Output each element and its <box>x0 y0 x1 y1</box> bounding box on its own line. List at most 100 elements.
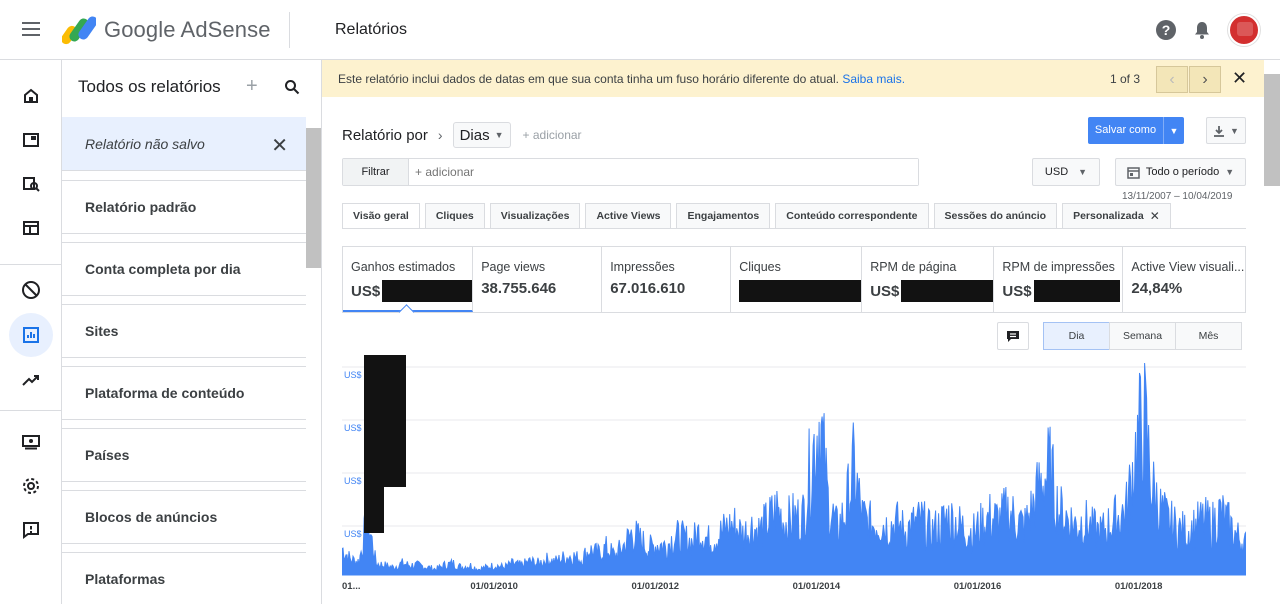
tab-views[interactable]: Visualizações <box>489 203 581 229</box>
sidebar-item-content-platform[interactable]: Plataforma de conteúdo <box>62 366 306 420</box>
metric-estimated-earnings[interactable]: Ganhos estimados US$ <box>343 247 474 312</box>
redacted-value <box>1033 280 1120 302</box>
add-report-button[interactable]: + <box>246 75 258 98</box>
metric-impressions[interactable]: Impressões 67.016.610 <box>602 247 732 312</box>
tab-label: Active Views <box>596 210 661 222</box>
metric-value: 38.755.646 <box>481 280 557 297</box>
close-icon[interactable]: ✕ <box>271 133 288 158</box>
sites-icon[interactable] <box>9 206 53 250</box>
download-icon <box>1214 125 1225 137</box>
metric-label: Cliques <box>739 260 781 274</box>
sidebar-item-unsaved-report[interactable]: Relatório não salvo ✕ <box>62 117 306 171</box>
tab-label: Cliques <box>435 210 474 222</box>
sidebar-item-platforms[interactable]: Plataformas <box>62 552 306 604</box>
banner-close-button[interactable]: ✕ <box>1232 68 1247 89</box>
metric-label: Page views <box>481 260 546 274</box>
metric-active-view-viewable[interactable]: Active View visuali... 24,84% <box>1123 247 1251 312</box>
y-tick-label: US$ <box>344 423 362 433</box>
report-tabs: Visão geral Cliques Visualizações Active… <box>342 203 1171 229</box>
reports-icon[interactable] <box>9 313 53 357</box>
filter-button[interactable]: Filtrar <box>343 159 409 185</box>
settings-gear-icon[interactable] <box>9 464 53 508</box>
y-tick-label: US$ <box>344 476 362 486</box>
x-tick-label: 01/01/2018 <box>1115 581 1163 592</box>
tab-label: Visualizações <box>500 210 570 222</box>
caret-down-icon: ▼ <box>1230 125 1239 136</box>
metric-impression-rpm[interactable]: RPM de impressões US$ <box>994 247 1124 312</box>
tab-label: Conteúdo correspondente <box>786 210 918 222</box>
tab-engagements[interactable]: Engajamentos <box>676 203 771 229</box>
tab-custom[interactable]: Personalizada ✕ <box>1062 203 1171 229</box>
caret-down-icon[interactable]: ▼ <box>1164 126 1184 136</box>
tab-label: Engajamentos <box>687 210 760 222</box>
x-tick-label: 01/01/2014 <box>793 581 841 592</box>
banner-next-button[interactable]: › <box>1189 66 1221 93</box>
granularity-month-button[interactable]: Mês <box>1175 322 1242 350</box>
left-nav-rail <box>0 60 62 604</box>
tab-active-views[interactable]: Active Views <box>585 203 672 229</box>
banner-prev-button[interactable]: ‹ <box>1156 66 1188 93</box>
home-icon[interactable] <box>9 74 53 118</box>
sidebar-item-label: Sites <box>85 323 119 339</box>
metric-value: 24,84% <box>1131 280 1183 297</box>
notifications-bell-icon[interactable] <box>1192 20 1212 40</box>
sidebar-item-sites[interactable]: Sites <box>62 304 306 358</box>
x-tick-label: 01/01/2010 <box>470 581 518 592</box>
sidebar-item-countries[interactable]: Países <box>62 428 306 482</box>
tab-overview[interactable]: Visão geral <box>342 203 420 229</box>
banner-text: Este relatório inclui dados de datas em … <box>338 72 839 86</box>
y-tick-label: US$ <box>344 529 362 539</box>
menu-icon[interactable] <box>22 22 40 36</box>
sidebar-item-label: Países <box>85 447 130 463</box>
feedback-icon[interactable] <box>9 508 53 552</box>
add-dimension-link[interactable]: + adicionar <box>523 128 582 142</box>
currency-dropdown[interactable]: USD ▼ <box>1032 158 1100 186</box>
tab-label: Visão geral <box>353 210 409 222</box>
redacted-value <box>382 280 473 302</box>
main-scrollbar[interactable] <box>1264 74 1280 186</box>
redacted-block <box>364 355 406 487</box>
site-search-icon[interactable] <box>9 162 53 206</box>
ads-icon[interactable] <box>9 118 53 162</box>
y-tick-label: US$ <box>344 370 362 380</box>
help-icon[interactable]: ? <box>1156 20 1176 40</box>
granularity-toggle: Dia Semana Mês <box>1043 322 1242 350</box>
annotations-button[interactable] <box>997 322 1029 350</box>
learn-more-link[interactable]: Saiba mais. <box>842 72 905 86</box>
metric-clicks[interactable]: Cliques <box>731 247 863 312</box>
metric-page-rpm[interactable]: RPM de página US$ <box>862 247 995 312</box>
filter-input[interactable] <box>409 159 918 185</box>
metric-page-views[interactable]: Page views 38.755.646 <box>473 247 603 312</box>
tab-matched-content[interactable]: Conteúdo correspondente <box>775 203 929 229</box>
currency-label: USD <box>1044 166 1069 178</box>
sidebar-item-ad-units[interactable]: Blocos de anúncios <box>62 490 306 544</box>
sidebar-item-full-account[interactable]: Conta completa por dia <box>62 242 306 296</box>
block-controls-icon[interactable] <box>9 268 53 312</box>
close-icon[interactable]: ✕ <box>1150 209 1160 223</box>
tab-label: Sessões do anúncio <box>944 210 1047 222</box>
account-avatar[interactable] <box>1228 14 1260 46</box>
x-tick-label: 01/01/2016 <box>954 581 1002 592</box>
download-button[interactable]: ▼ <box>1206 117 1246 144</box>
sidebar-header: Todos os relatórios + <box>62 60 321 116</box>
rail-divider <box>0 264 62 265</box>
caret-down-icon: ▼ <box>494 130 504 140</box>
sidebar-item-standard-report[interactable]: Relatório padrão <box>62 180 306 234</box>
granularity-week-button[interactable]: Semana <box>1109 322 1176 350</box>
search-icon[interactable] <box>284 79 300 95</box>
metric-value <box>739 280 862 302</box>
tab-clicks[interactable]: Cliques <box>424 203 485 229</box>
redacted-block <box>364 485 384 533</box>
tab-ad-sessions[interactable]: Sessões do anúncio <box>933 203 1058 229</box>
payments-icon[interactable] <box>9 420 53 464</box>
comment-icon <box>1007 330 1019 342</box>
date-period-dropdown[interactable]: Todo o período ▼ <box>1115 158 1246 186</box>
x-tick-label: 01/01/2012 <box>631 581 679 592</box>
granularity-day-button[interactable]: Dia <box>1043 322 1110 350</box>
dimension-label: Dias <box>459 126 490 144</box>
dimension-dropdown[interactable]: Dias ▼ <box>452 122 511 148</box>
metric-label: RPM de impressões <box>1002 260 1115 274</box>
optimization-trend-icon[interactable] <box>9 358 53 402</box>
sidebar-scrollbar[interactable] <box>306 128 321 268</box>
save-as-button[interactable]: Salvar como ▼ <box>1088 117 1184 144</box>
